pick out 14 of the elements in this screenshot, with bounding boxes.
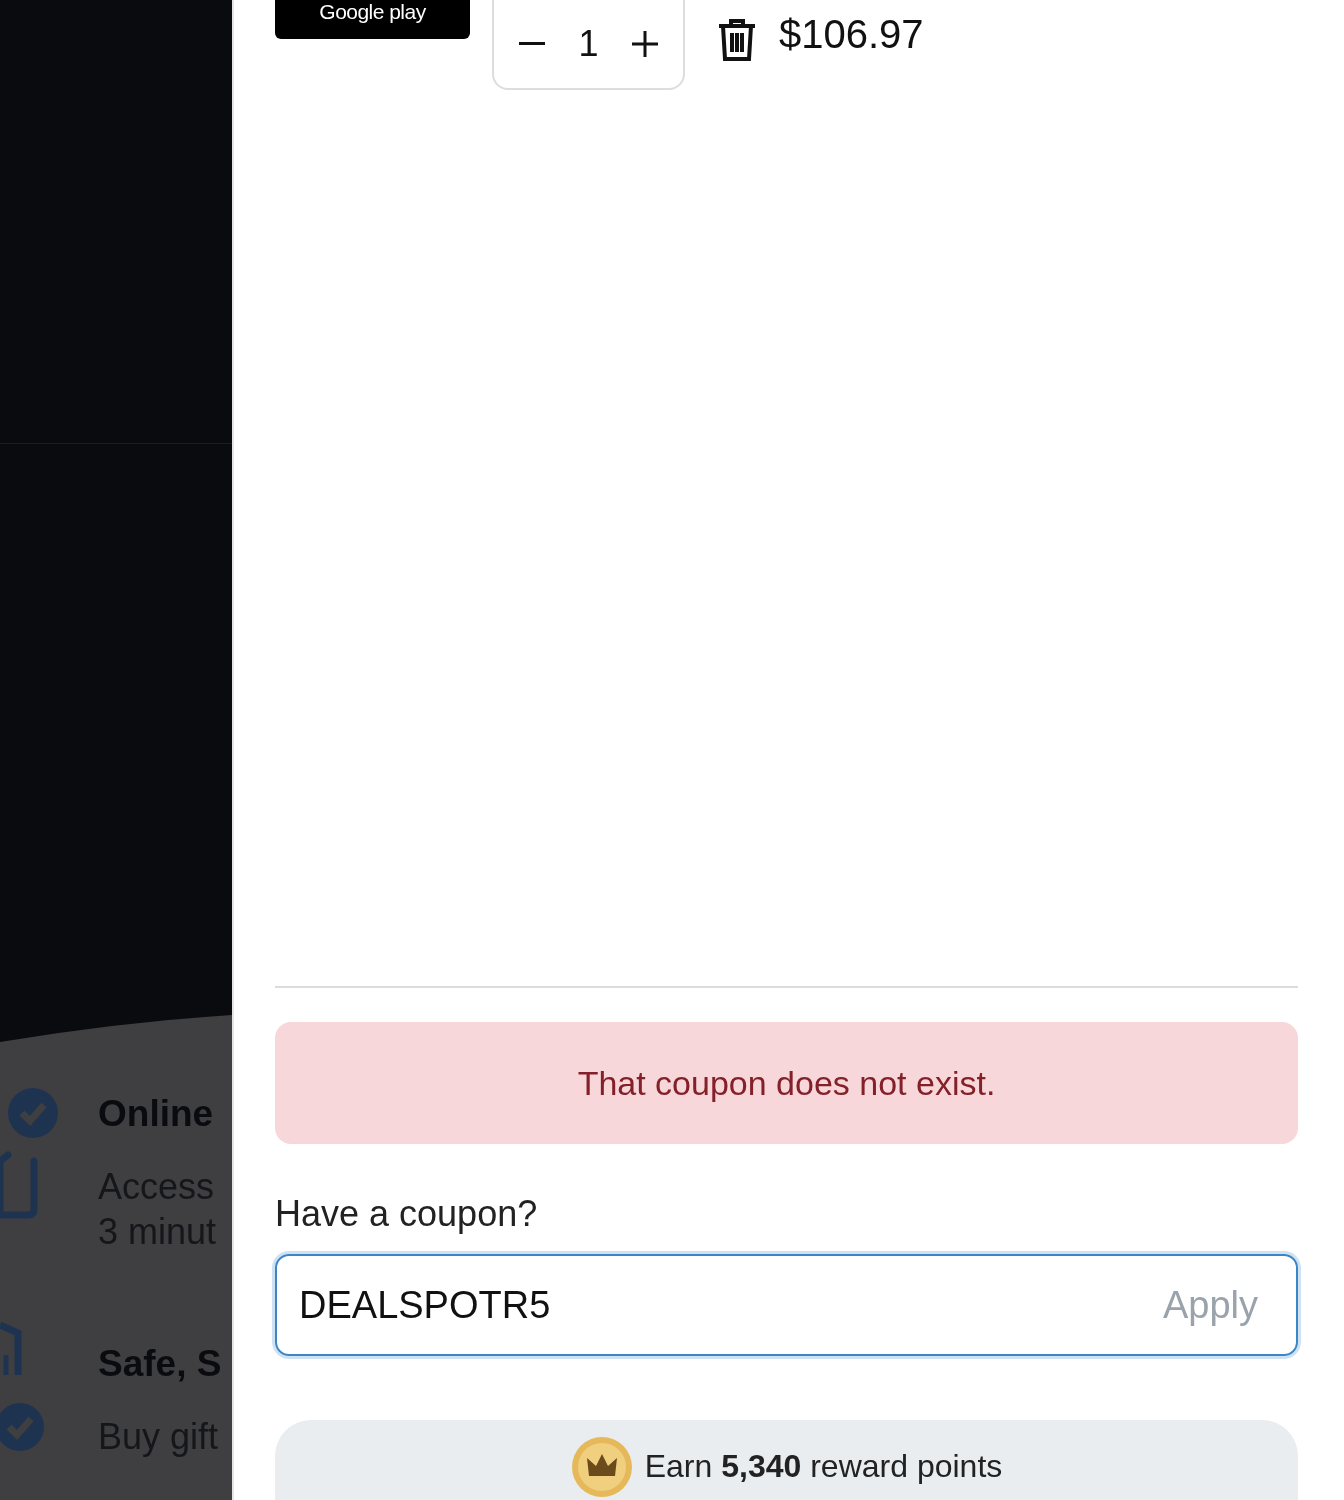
google-play-badge: Google play [275,0,470,39]
delete-button[interactable] [717,18,757,62]
plus-icon [632,31,659,57]
coupon-label: Have a coupon? [275,1196,539,1232]
coupon-field[interactable]: DEALSPOTR5 Apply [275,1254,1298,1356]
crown-coin-icon [570,1436,633,1498]
quantity-value: 1 [578,22,599,66]
trash-icon [717,18,757,62]
item-price: $106.97 [779,14,924,54]
increase-button[interactable] [632,31,659,57]
rewards-text: Earn 5,340 reward points [644,1447,1003,1486]
minus-icon [518,42,545,46]
error-alert: That coupon does not exist. [275,1022,1298,1144]
decrease-button[interactable] [518,42,545,46]
